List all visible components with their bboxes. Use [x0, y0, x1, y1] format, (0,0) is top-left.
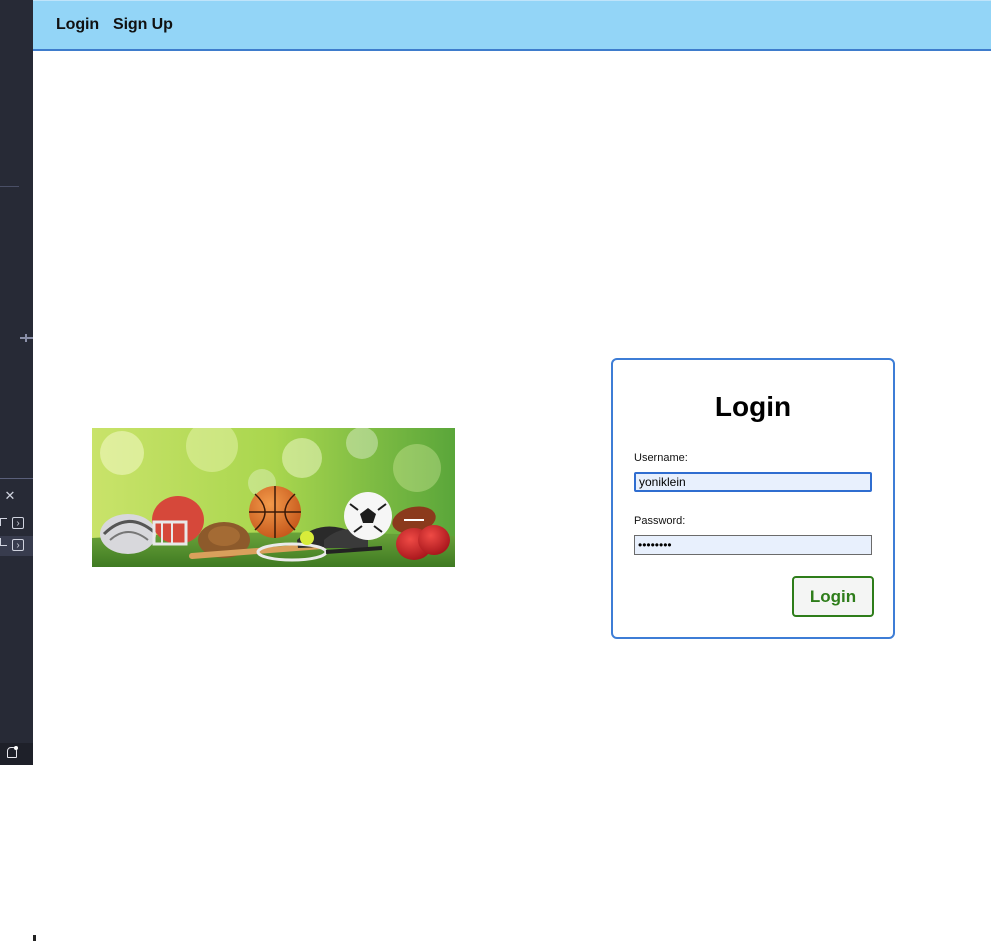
ide-tree-row[interactable]: ›: [0, 514, 33, 534]
nav-login-link[interactable]: Login: [56, 16, 99, 34]
top-navbar: Login Sign Up: [33, 0, 991, 51]
close-icon[interactable]: ✕: [4, 489, 16, 503]
username-input[interactable]: [634, 472, 872, 492]
chevron-right-icon[interactable]: ›: [12, 539, 24, 551]
ide-status-bar: [0, 743, 33, 765]
notification-dot: [14, 746, 18, 750]
cursor-mark: [33, 935, 36, 941]
tree-branch-icon: [0, 538, 7, 546]
password-label: Password:: [634, 515, 686, 527]
tree-branch-icon: [0, 518, 7, 526]
sports-equipment-image: [92, 428, 455, 567]
login-title: Login: [714, 391, 792, 422]
ide-tree-row[interactable]: ›: [0, 536, 33, 556]
username-label: Username:: [634, 452, 688, 464]
ide-divider: [0, 478, 33, 479]
nav-signup-link[interactable]: Sign Up: [113, 16, 173, 34]
ide-splitter-mark: [25, 334, 27, 342]
ide-side-panel: ✕ › ›: [0, 0, 33, 765]
ide-separator: [0, 186, 19, 187]
login-submit-button[interactable]: Login: [792, 576, 874, 617]
login-card: Login Username: Password: Login: [611, 358, 895, 639]
chevron-right-icon[interactable]: ›: [12, 517, 24, 529]
password-input[interactable]: [634, 535, 872, 555]
